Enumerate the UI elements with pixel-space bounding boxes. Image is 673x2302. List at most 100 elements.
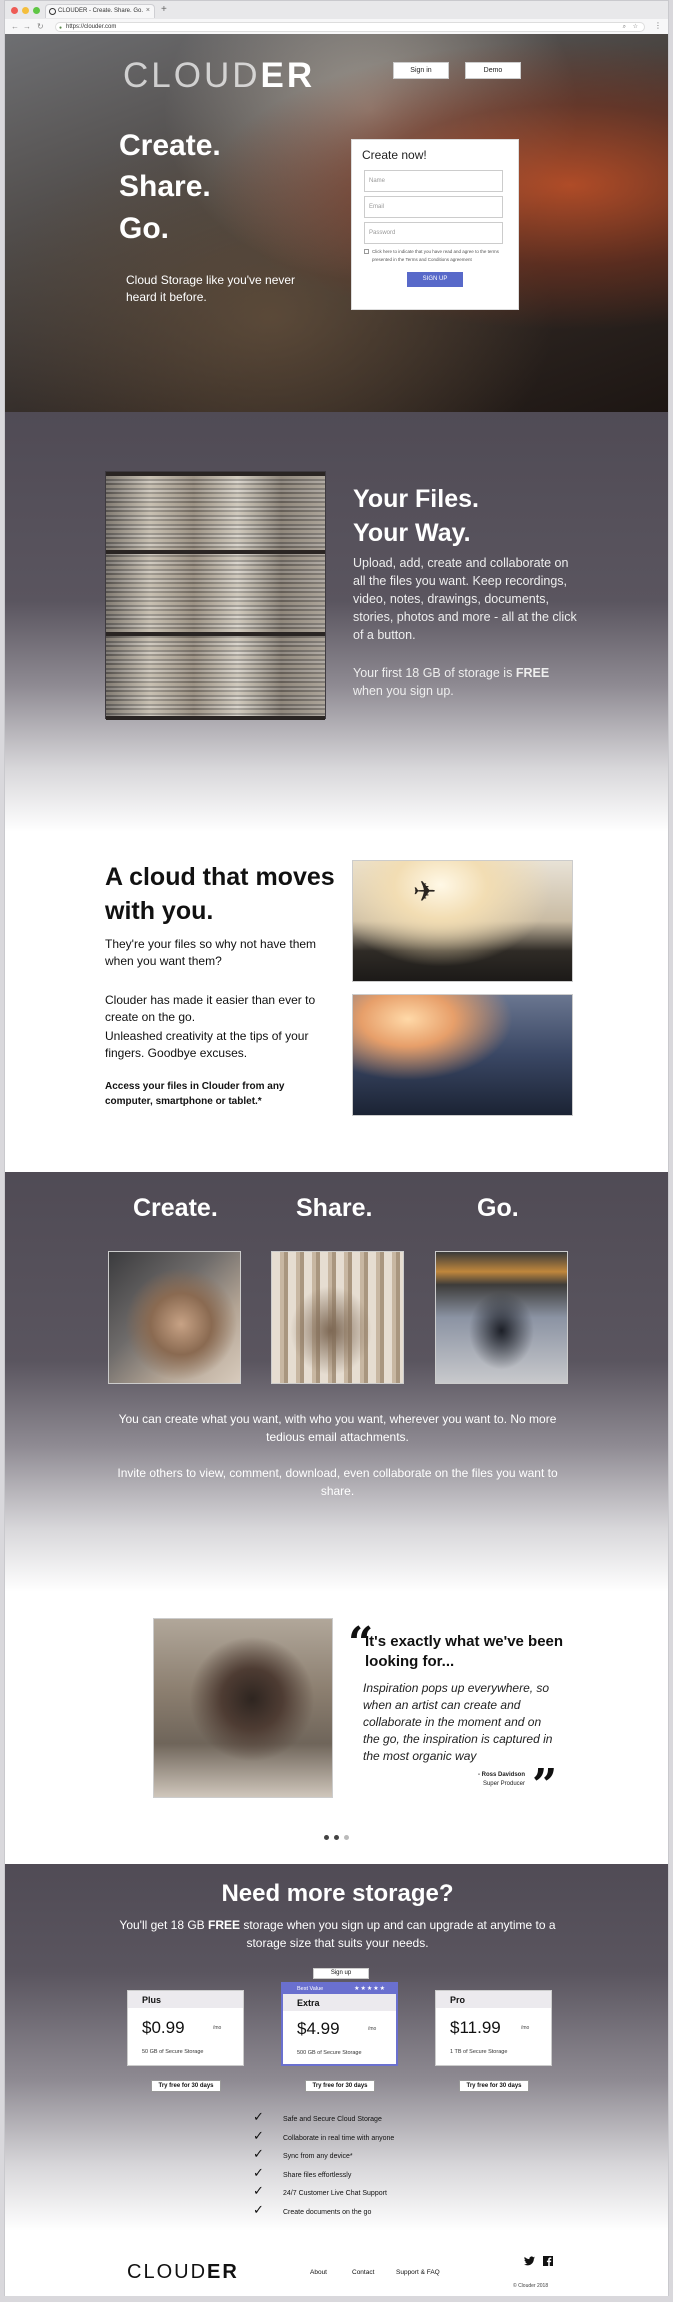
new-tab-button[interactable]: + (161, 4, 167, 15)
close-quote-icon: ” (532, 1760, 558, 1811)
maximize-window-button[interactable] (33, 7, 40, 14)
carousel-dot[interactable] (334, 1835, 339, 1840)
email-field[interactable]: Email (364, 196, 503, 218)
cloud-title: A cloud that moves with you. (105, 863, 335, 925)
csg-text: You can create what you want, with who y… (118, 1412, 557, 1444)
check-icon: ✓ (253, 2201, 264, 2217)
try-free-button-plus[interactable]: Try free for 30 days (151, 2080, 221, 2092)
logo-part: ER (207, 2261, 239, 2283)
logo-part: ER (260, 56, 316, 95)
check-icon: ✓ (253, 2127, 264, 2143)
free-note-text: when you sign up. (353, 684, 454, 698)
station-traveler-image (435, 1251, 568, 1384)
footer-logo[interactable]: CLOUDER (127, 2261, 239, 2284)
cloud-access-note: Access your files in Clouder from any co… (105, 1081, 285, 1107)
footer-link-contact[interactable]: Contact (352, 2269, 374, 2276)
testimonial-quote: Inspiration pops up everywhere, so when … (363, 1681, 553, 1763)
pricing-signup-button[interactable]: Sign up (313, 1968, 369, 1979)
forward-icon[interactable]: → (23, 22, 31, 31)
logo-part: UD (203, 56, 261, 95)
tab-close-icon[interactable]: × (146, 5, 150, 17)
zoom-icon[interactable]: ⌕ (623, 23, 626, 32)
feature-text: Collaborate in real time with anyone (283, 2134, 395, 2142)
feature-text: 24/7 Customer Live Chat Support (283, 2190, 387, 2197)
twitter-icon[interactable] (524, 2256, 535, 2269)
plan-name: Pro (436, 1991, 551, 2008)
footer-link-about[interactable]: About (310, 2269, 327, 2276)
collaboration-image (271, 1251, 404, 1384)
feature-item: ✓ Sync from any device* (253, 2146, 394, 2171)
per-month-label: /mo (213, 2025, 222, 2031)
feature-item: ✓ Create documents on the go (253, 2201, 394, 2227)
pricing-sub-text: storage when you sign up and can upgrade… (240, 1918, 556, 1950)
feature-item: ✓ Safe and Secure Cloud Storage (253, 2110, 394, 2134)
bookmark-star-icon[interactable]: ☆ (633, 23, 638, 32)
hero-section: CLOUDER Sign in Demo Create. Share. Go. … (5, 34, 668, 412)
files-title: Your Files. Your Way. (353, 482, 479, 550)
terms-checkbox-row: Click here to indicate that you have rea… (364, 248, 508, 264)
hero-logo[interactable]: CLOUDER (123, 56, 315, 96)
free-note-bold: FREE (515, 666, 550, 680)
feature-text: Share files effortlessly (283, 2171, 352, 2179)
laptop-sunset-image (352, 994, 573, 1116)
author-role: Super Producer (482, 1781, 525, 1787)
browser-menu-icon[interactable]: ⋮ (654, 21, 662, 30)
stacked-notebooks-image (105, 471, 326, 720)
airplane-icon: ✈ (413, 876, 437, 907)
feature-text: Sync from any device* (283, 2153, 353, 2160)
check-icon: ✓ (253, 2164, 264, 2180)
feature-item: ✓ Collaborate in real time with anyone (253, 2127, 395, 2153)
minimize-window-button[interactable] (22, 7, 29, 14)
close-window-button[interactable] (11, 7, 18, 14)
browser-window: CLOUDER - Create. Share. Go. × + ← → ↻ ●… (4, 0, 669, 35)
try-free-button-pro[interactable]: Try free for 30 days (459, 2080, 529, 2092)
plan-card-pro[interactable]: Pro $11.99 /mo 1 TB of Secure Storage (435, 1990, 552, 2066)
pricing-sub-text: You'll get 18 GB (119, 1918, 208, 1932)
per-month-label: /mo (368, 2026, 377, 2032)
form-title: Create now! (362, 148, 427, 162)
testimonial-author: - Ross Davidson Super Producer (425, 1771, 525, 1789)
airport-traveler-image: ✈ (352, 860, 573, 982)
testimonial-headline: It's exactly what we've been looking for… (365, 1633, 564, 1670)
terms-checkbox[interactable] (364, 249, 369, 254)
url-text: https://clouder.com (66, 24, 117, 30)
feature-text: Create documents on the go (283, 2208, 372, 2216)
demo-button[interactable]: Demo (465, 62, 521, 79)
csg-go-heading: Go. (477, 1194, 519, 1222)
signin-button[interactable]: Sign in (393, 62, 449, 79)
favicon-icon (49, 8, 56, 15)
carousel-dots (324, 1835, 349, 1840)
logo-part: CL (127, 2261, 157, 2283)
back-icon[interactable]: ← (11, 22, 19, 31)
per-month-label: /mo (521, 2025, 530, 2031)
plan-card-extra[interactable]: Best Value ★★★★★ Extra $4.99 /mo 500 GB … (281, 1982, 398, 2066)
carousel-dot[interactable] (324, 1835, 329, 1840)
try-free-button-extra[interactable]: Try free for 30 days (305, 2080, 375, 2092)
files-body: Upload, add, create and collaborate on a… (353, 556, 577, 642)
signup-form: Create now! Name Email Password Click he… (351, 139, 519, 310)
hero-tagline-create: Create. (119, 129, 221, 162)
webpage: CLOUDER Sign in Demo Create. Share. Go. … (4, 34, 669, 2296)
footer-link-support[interactable]: Support & FAQ (396, 2269, 440, 2276)
name-field[interactable]: Name (364, 170, 503, 192)
plan-storage: 50 GB of Secure Storage (142, 2049, 204, 2055)
plan-name: Extra (283, 1994, 396, 2011)
address-bar[interactable]: ● https://clouder.com ⌕ ☆ (55, 22, 645, 32)
password-field[interactable]: Password (364, 222, 503, 244)
browser-tab[interactable]: CLOUDER - Create. Share. Go. × (45, 4, 155, 18)
form-signup-button[interactable]: SIGN UP (407, 272, 463, 287)
pricing-sub-bold: FREE (208, 1918, 241, 1932)
cloud-paragraph: Clouder has made it easier than ever to … (105, 993, 316, 1024)
plan-card-plus[interactable]: Plus $0.99 /mo 50 GB of Secure Storage (127, 1990, 244, 2066)
plan-storage: 500 GB of Secure Storage (297, 2050, 362, 2056)
terms-text: Click here to indicate that you have rea… (372, 249, 499, 262)
files-title-line: Your Way. (353, 519, 471, 547)
check-icon: ✓ (253, 2146, 264, 2161)
carousel-dot[interactable] (344, 1835, 349, 1840)
typing-laptop-image (108, 1251, 241, 1384)
lock-icon: ● (59, 25, 63, 31)
facebook-icon[interactable] (543, 2256, 553, 2269)
plan-price: $4.99 (297, 2019, 340, 2038)
reload-icon[interactable]: ↻ (37, 22, 44, 31)
producer-image (153, 1618, 333, 1798)
